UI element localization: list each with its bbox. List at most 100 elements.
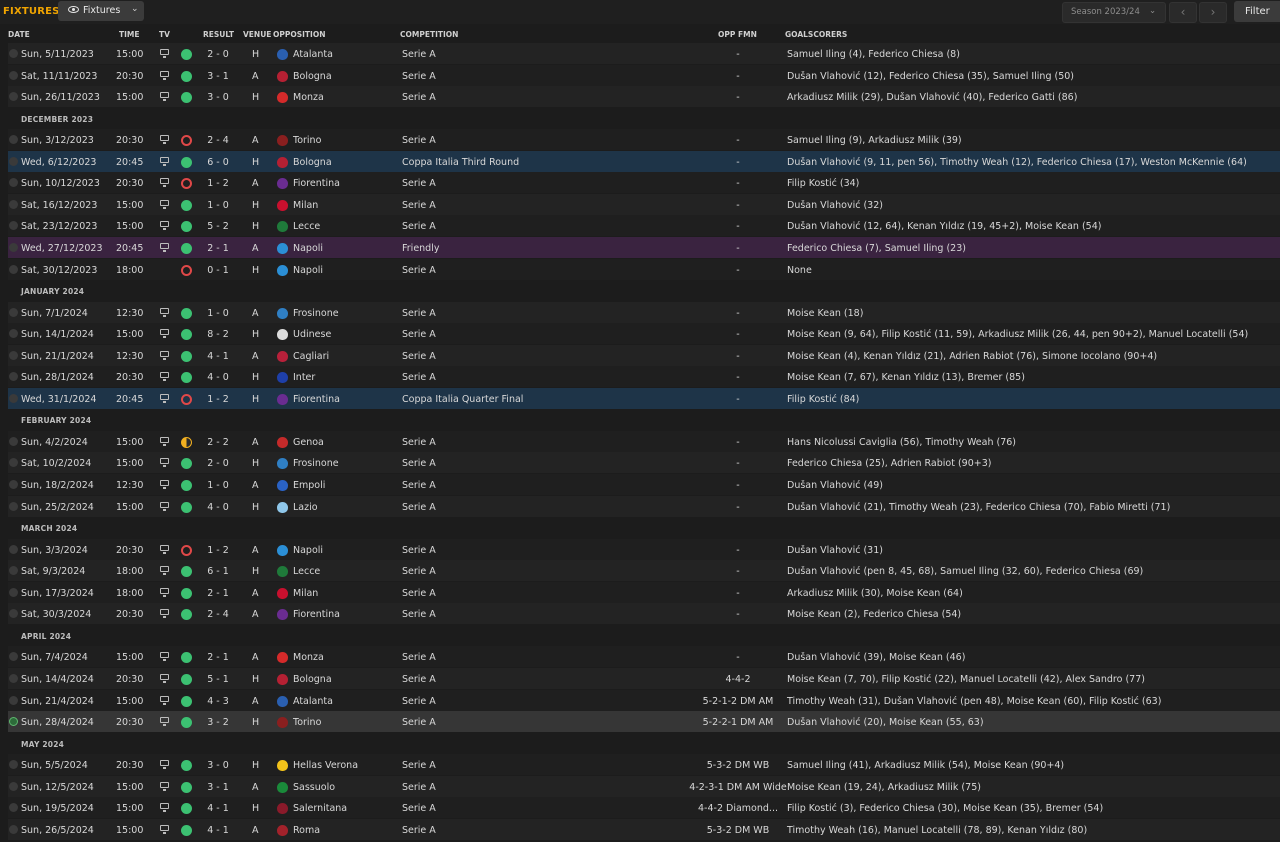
competition-link[interactable]: Serie A (402, 458, 436, 469)
fixture-row[interactable]: Sun, 12/5/2024 15:00 3 - 1 A Sassuolo Serie A… (8, 776, 1280, 797)
opposition-link[interactable]: Monza (293, 652, 324, 663)
competition-link[interactable]: Serie A (402, 71, 436, 82)
column-header-goalscorers[interactable]: GOALSCORERS (785, 30, 847, 39)
fixture-score[interactable]: 2 - 1 (200, 243, 236, 254)
fixture-score[interactable]: 2 - 4 (200, 135, 236, 146)
fixture-score[interactable]: 1 - 2 (200, 178, 236, 189)
fixture-row[interactable]: Wed, 27/12/2023 20:45 2 - 1 A Napoli Friendly… (8, 237, 1280, 258)
opposition-link[interactable]: Cagliari (293, 351, 329, 362)
opposition-link[interactable]: Bologna (293, 71, 332, 82)
fixture-score[interactable]: 5 - 1 (200, 674, 236, 685)
fixture-score[interactable]: 3 - 2 (200, 717, 236, 728)
fixture-score[interactable]: 2 - 4 (200, 609, 236, 620)
next-season-button[interactable]: › (1199, 2, 1227, 23)
fixture-score[interactable]: 5 - 2 (200, 221, 236, 232)
competition-link[interactable]: Serie A (402, 437, 436, 448)
opposition-link[interactable]: Fiorentina (293, 178, 340, 189)
competition-link[interactable]: Serie A (402, 351, 436, 362)
fixture-score[interactable]: 4 - 0 (200, 502, 236, 513)
fixture-row[interactable]: Sun, 10/12/2023 20:30 1 - 2 A Fiorentina Seri… (8, 172, 1280, 193)
fixture-row[interactable]: Sun, 26/5/2024 15:00 4 - 1 A Roma Serie A 5-3-… (8, 819, 1280, 840)
column-header-competition[interactable]: COMPETITION (400, 30, 458, 39)
fixture-row[interactable]: Sun, 28/1/2024 20:30 4 - 0 H Inter Serie A - Mo… (8, 366, 1280, 387)
opposition-link[interactable]: Sassuolo (293, 782, 335, 793)
fixture-row[interactable]: Sun, 5/5/2024 20:30 3 - 0 H Hellas Verona Ser… (8, 754, 1280, 775)
opposition-link[interactable]: Salernitana (293, 803, 347, 814)
fixture-score[interactable]: 1 - 0 (200, 480, 236, 491)
column-header-date[interactable]: DATE (8, 30, 30, 39)
opposition-link[interactable]: Bologna (293, 674, 332, 685)
fixture-row[interactable]: Sun, 7/4/2024 15:00 2 - 1 A Monza Serie A - Duš… (8, 646, 1280, 667)
fixture-row[interactable]: Sun, 26/11/2023 15:00 3 - 0 H Monza Serie A - A… (8, 86, 1280, 107)
fixture-row[interactable]: Sat, 23/12/2023 15:00 5 - 2 H Lecce Serie A - D… (8, 215, 1280, 236)
fixture-row[interactable]: Sat, 30/3/2024 20:30 2 - 4 A Fiorentina Serie… (8, 603, 1280, 624)
fixture-score[interactable]: 4 - 1 (200, 351, 236, 362)
column-header-opposition[interactable]: OPPOSITION (273, 30, 326, 39)
fixture-score[interactable]: 6 - 1 (200, 566, 236, 577)
fixture-row[interactable]: Sun, 14/1/2024 15:00 8 - 2 H Udinese Serie A -… (8, 323, 1280, 344)
opposition-link[interactable]: Genoa (293, 437, 324, 448)
competition-link[interactable]: Serie A (402, 221, 436, 232)
competition-link[interactable]: Coppa Italia Quarter Final (402, 394, 523, 405)
opposition-link[interactable]: Lazio (293, 502, 318, 513)
opposition-link[interactable]: Monza (293, 92, 324, 103)
fixture-row[interactable]: Sun, 21/4/2024 15:00 4 - 3 A Atalanta Serie A… (8, 690, 1280, 711)
fixture-row[interactable]: Sun, 28/4/2024 20:30 3 - 2 H Torino Serie A 5-… (8, 711, 1280, 732)
competition-link[interactable]: Serie A (402, 480, 436, 491)
competition-link[interactable]: Serie A (402, 566, 436, 577)
column-header-venue[interactable]: VENUE (243, 30, 271, 39)
opposition-link[interactable]: Milan (293, 200, 318, 211)
fixture-score[interactable]: 1 - 0 (200, 200, 236, 211)
fixture-score[interactable]: 2 - 0 (200, 458, 236, 469)
fixture-row[interactable]: Sat, 10/2/2024 15:00 2 - 0 H Frosinone Serie … (8, 452, 1280, 473)
opposition-link[interactable]: Torino (293, 135, 321, 146)
fixture-score[interactable]: 2 - 1 (200, 652, 236, 663)
competition-link[interactable]: Serie A (402, 329, 436, 340)
opposition-link[interactable]: Napoli (293, 243, 323, 254)
fixture-score[interactable]: 2 - 0 (200, 49, 236, 60)
opposition-link[interactable]: Napoli (293, 545, 323, 556)
competition-link[interactable]: Serie A (402, 308, 436, 319)
fixture-row[interactable]: Sun, 14/4/2024 20:30 5 - 1 H Bologna Serie A 4… (8, 668, 1280, 689)
opposition-link[interactable]: Frosinone (293, 308, 339, 319)
competition-link[interactable]: Serie A (402, 696, 436, 707)
opposition-link[interactable]: Lecce (293, 566, 320, 577)
fixture-score[interactable]: 0 - 1 (200, 265, 236, 276)
opposition-link[interactable]: Milan (293, 588, 318, 599)
opposition-link[interactable]: Frosinone (293, 458, 339, 469)
opposition-link[interactable]: Hellas Verona (293, 760, 358, 771)
previous-season-button[interactable]: ‹ (1169, 2, 1197, 23)
fixture-score[interactable]: 3 - 0 (200, 92, 236, 103)
fixture-score[interactable]: 2 - 2 (200, 437, 236, 448)
competition-link[interactable]: Serie A (402, 588, 436, 599)
fixture-row[interactable]: Sun, 25/2/2024 15:00 4 - 0 H Lazio Serie A - Du… (8, 496, 1280, 517)
fixture-row[interactable]: Wed, 6/12/2023 20:45 6 - 0 H Bologna Coppa It… (8, 151, 1280, 172)
fixture-row[interactable]: Sat, 16/12/2023 15:00 1 - 0 H Milan Serie A - D… (8, 194, 1280, 215)
opposition-link[interactable]: Lecce (293, 221, 320, 232)
fixture-row[interactable]: Sun, 5/11/2023 15:00 2 - 0 H Atalanta Serie A… (8, 43, 1280, 64)
competition-link[interactable]: Serie A (402, 803, 436, 814)
opposition-link[interactable]: Fiorentina (293, 609, 340, 620)
opposition-link[interactable]: Empoli (293, 480, 325, 491)
competition-link[interactable]: Serie A (402, 609, 436, 620)
fixture-score[interactable]: 3 - 0 (200, 760, 236, 771)
competition-link[interactable]: Serie A (402, 652, 436, 663)
fixture-row[interactable]: Sun, 3/3/2024 20:30 1 - 2 A Napoli Serie A - Du… (8, 539, 1280, 560)
fixture-row[interactable]: Sat, 30/12/2023 18:00 0 - 1 H Napoli Serie A -… (8, 259, 1280, 280)
competition-link[interactable]: Serie A (402, 92, 436, 103)
fixture-score[interactable]: 4 - 3 (200, 696, 236, 707)
fixture-row[interactable]: Sat, 11/11/2023 20:30 3 - 1 A Bologna Serie A… (8, 65, 1280, 86)
view-selector-button[interactable]: Fixtures ⌄ (58, 1, 144, 21)
fixture-score[interactable]: 1 - 2 (200, 545, 236, 556)
opposition-link[interactable]: Fiorentina (293, 394, 340, 405)
fixture-row[interactable]: Sun, 19/5/2024 15:00 4 - 1 H Salernitana Seri… (8, 797, 1280, 818)
fixture-score[interactable]: 4 - 1 (200, 803, 236, 814)
fixture-row[interactable]: Wed, 31/1/2024 20:45 1 - 2 H Fiorentina Coppa… (8, 388, 1280, 409)
competition-link[interactable]: Serie A (402, 49, 436, 60)
fixture-row[interactable]: Sun, 17/3/2024 18:00 2 - 1 A Milan Serie A - Ar… (8, 582, 1280, 603)
competition-link[interactable]: Serie A (402, 782, 436, 793)
fixture-row[interactable]: Sun, 21/1/2024 12:30 4 - 1 A Cagliari Serie A… (8, 345, 1280, 366)
column-header-opp-fmn[interactable]: OPP FMN (718, 30, 757, 39)
competition-link[interactable]: Serie A (402, 717, 436, 728)
competition-link[interactable]: Serie A (402, 760, 436, 771)
